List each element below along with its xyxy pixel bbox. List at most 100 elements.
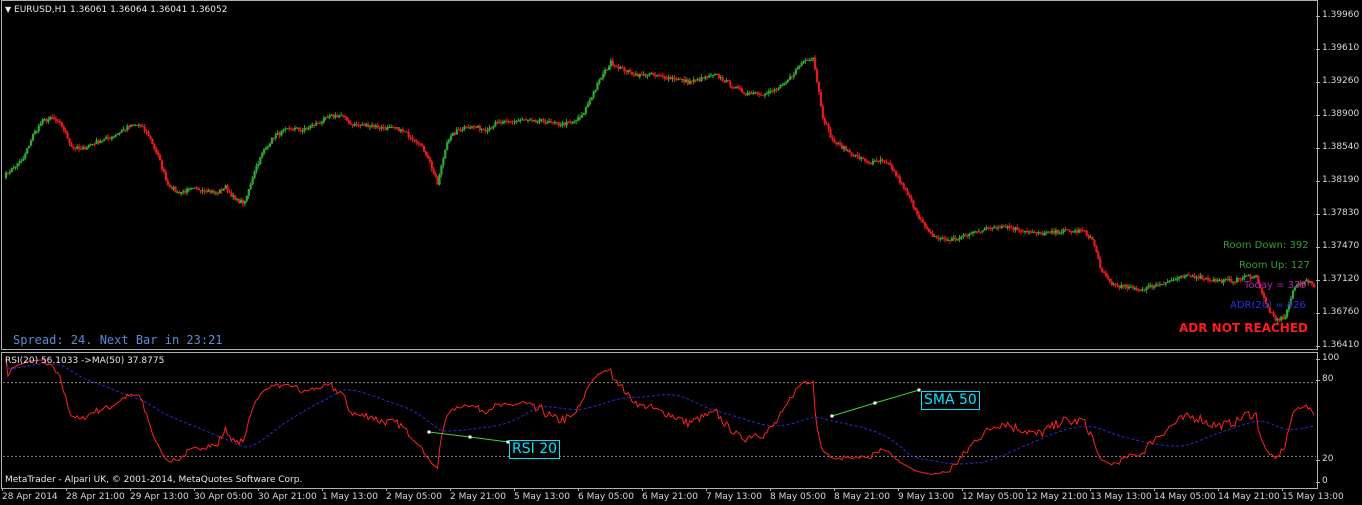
candle-body xyxy=(448,139,451,143)
candle-body xyxy=(964,234,967,236)
candle-body xyxy=(1058,233,1061,235)
candle-body xyxy=(1029,231,1033,233)
candle-body xyxy=(180,192,183,194)
candle-body xyxy=(690,80,693,82)
candle-body xyxy=(413,139,416,141)
candle-body xyxy=(110,137,114,140)
candle-body xyxy=(781,84,784,86)
candle-body xyxy=(474,126,478,128)
candle-body xyxy=(369,125,372,127)
candle-body xyxy=(442,158,445,166)
candle-body xyxy=(16,163,19,167)
candle-body xyxy=(640,74,643,76)
candle-body xyxy=(1068,230,1071,232)
candle-body xyxy=(137,124,141,126)
candle-body xyxy=(1216,280,1219,282)
candle-body xyxy=(1018,230,1021,232)
candle-body xyxy=(184,191,187,193)
candle-body xyxy=(869,162,873,164)
candle-body xyxy=(320,121,324,124)
candle-body xyxy=(646,75,649,77)
candle-body xyxy=(199,190,202,192)
candle-body xyxy=(1291,290,1295,299)
candle-body xyxy=(60,122,63,127)
sma-annotation-tag[interactable]: SMA 50 xyxy=(921,391,980,410)
annotation-anchor[interactable] xyxy=(468,435,472,439)
candle-body xyxy=(444,149,447,159)
candle-body xyxy=(37,125,40,132)
copyright-notice: MetaTrader - Alpari UK, © 2001-2014, Met… xyxy=(5,475,303,485)
candle-body xyxy=(486,130,489,132)
candle-body xyxy=(1104,272,1108,276)
candle-body xyxy=(6,172,10,174)
candle-body xyxy=(500,122,503,124)
candle-body xyxy=(272,137,275,139)
candle-body xyxy=(711,75,715,77)
candle-body xyxy=(108,138,112,140)
candle-body xyxy=(673,77,676,80)
candle-body xyxy=(683,79,686,82)
candle-body xyxy=(652,73,655,76)
candle-body xyxy=(760,94,763,96)
candle-body xyxy=(359,125,362,127)
candle-body xyxy=(1049,231,1052,233)
chart-header: ▼ EURUSD,H1 1.36061 1.36064 1.36041 1.36… xyxy=(5,5,227,15)
candle-body xyxy=(334,115,337,118)
candle-body xyxy=(39,123,42,126)
time-tick: 30 Apr 05:00 xyxy=(194,488,253,502)
candle-body xyxy=(785,81,788,83)
candle-body xyxy=(47,119,50,122)
candle-body xyxy=(798,65,801,68)
candle-body xyxy=(357,124,360,126)
candle-body xyxy=(900,182,903,184)
candle-body xyxy=(1116,284,1119,286)
candle-body xyxy=(80,148,83,150)
candle-body xyxy=(684,79,688,82)
candle-body xyxy=(438,174,441,185)
candle-body xyxy=(205,191,208,193)
candle-body xyxy=(875,160,878,162)
candle-body xyxy=(902,183,905,188)
chart-menu-arrow-icon[interactable]: ▼ xyxy=(5,5,11,14)
candle-body xyxy=(342,115,345,117)
candle-body xyxy=(214,192,218,194)
candle-body xyxy=(995,227,998,229)
candle-body xyxy=(29,140,33,146)
candle-body xyxy=(361,124,364,126)
candle-body xyxy=(542,119,545,122)
rsi-annotation-tag[interactable]: RSI 20 xyxy=(509,440,561,459)
annotation-anchor[interactable] xyxy=(830,414,834,418)
candle-body xyxy=(424,151,428,155)
candle-body xyxy=(754,92,757,94)
candle-body xyxy=(496,122,499,124)
candle-body xyxy=(166,180,169,185)
annotation-anchor[interactable] xyxy=(873,401,877,405)
candle-body xyxy=(1056,230,1059,234)
candle-body xyxy=(265,147,268,149)
candle-body xyxy=(384,128,387,130)
candle-body xyxy=(1087,235,1090,239)
candle-body xyxy=(557,122,561,126)
candle-body xyxy=(78,146,81,149)
candle-body xyxy=(55,119,58,121)
candle-body xyxy=(631,71,634,75)
candle-body xyxy=(602,73,605,79)
candle-body xyxy=(465,126,468,128)
candle-body xyxy=(831,137,834,140)
candle-body xyxy=(64,130,67,133)
time-tick: 15 May 13:00 xyxy=(1282,488,1344,502)
candle-body xyxy=(203,190,206,192)
candle-body xyxy=(814,57,817,70)
candle-body xyxy=(103,138,106,141)
candle-body xyxy=(1210,280,1214,282)
candle-body xyxy=(469,127,472,129)
candle-body xyxy=(706,76,709,78)
annotation-anchor[interactable] xyxy=(427,430,431,434)
candle-body xyxy=(1112,283,1115,285)
candle-body xyxy=(1118,285,1121,288)
candle-body xyxy=(1239,279,1242,281)
room-up-label: Room Up: 127 xyxy=(1239,260,1310,271)
candle-body xyxy=(403,131,406,133)
candle-body xyxy=(172,187,175,190)
candle-body xyxy=(1089,237,1092,239)
